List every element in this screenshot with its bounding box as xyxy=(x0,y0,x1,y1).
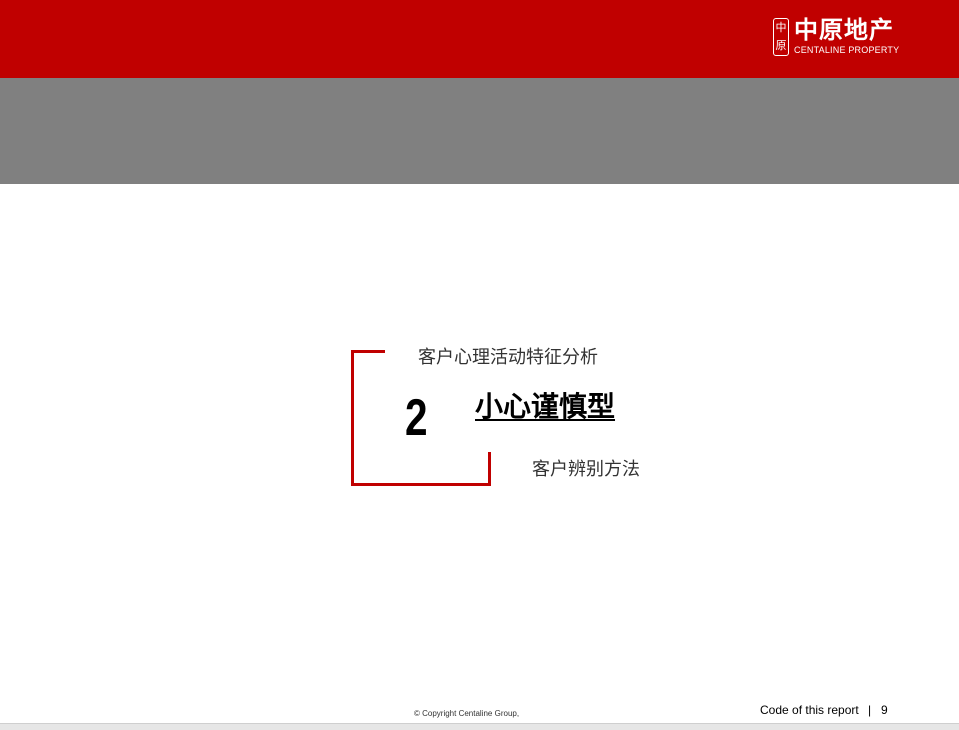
logo-seal-char-bottom: 原 xyxy=(775,39,787,52)
header-gray-band xyxy=(0,78,959,184)
section-number: 2 xyxy=(405,389,428,447)
logo-english-name: CENTALINE PROPERTY xyxy=(794,45,900,55)
bracket-left-line xyxy=(351,350,354,486)
bracket-bottom-line xyxy=(351,483,491,486)
footer-separator: | xyxy=(868,703,872,717)
logo-chinese-name: 中原地产 xyxy=(794,16,894,44)
previous-section-title: 客户心理活动特征分析 xyxy=(418,347,598,368)
logo-seal-icon: 中 原 xyxy=(773,18,789,56)
next-section-title: 客户辨别方法 xyxy=(532,459,640,480)
current-section-title: 小心谨慎型 xyxy=(475,390,616,423)
bracket-right-line xyxy=(488,452,491,486)
page-number: 9 xyxy=(881,703,888,717)
logo-seal-char-top: 中 xyxy=(775,21,787,34)
copyright-text: © Copyright Centaline Group, xyxy=(414,709,520,718)
centaline-logo: 中 原 中原地产 CENTALINE PROPERTY xyxy=(773,16,903,60)
bracket-top-line xyxy=(351,350,385,353)
slide: 中 原 中原地产 CENTALINE PROPERTY 客户心理活动特征分析 2… xyxy=(0,0,959,730)
footer-strip xyxy=(0,723,959,730)
report-code-label: Code of this report xyxy=(760,703,859,717)
